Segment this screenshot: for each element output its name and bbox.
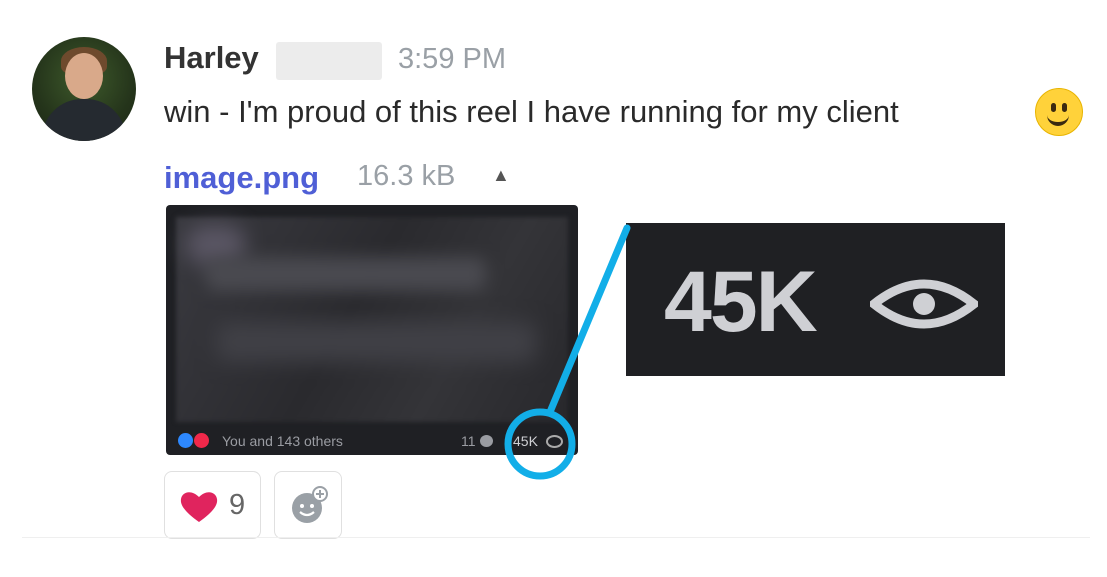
heart-icon [180, 492, 218, 522]
add-emoji-icon [292, 486, 328, 523]
reaction-count: 9 [229, 489, 246, 521]
message-divider [22, 537, 1090, 538]
callout-circle [504, 408, 576, 480]
add-reaction-button[interactable] [274, 471, 342, 539]
chat-message: Harley 3:59 PM win - I'm proud of this r… [0, 0, 1107, 577]
heart-reaction-button[interactable]: 9 [164, 471, 261, 539]
callout-line [546, 224, 631, 416]
